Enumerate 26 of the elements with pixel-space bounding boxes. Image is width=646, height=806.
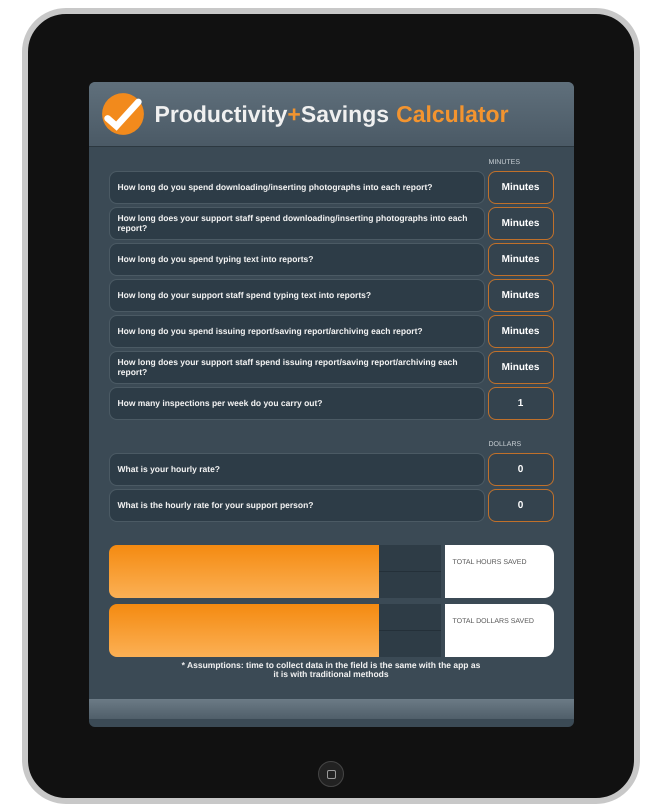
result-cell bbox=[378, 631, 440, 657]
result-cell bbox=[378, 572, 440, 598]
question-label: How long do you spend downloading/inserting photographs into each report? bbox=[108, 171, 484, 204]
answer-field[interactable]: Minutes bbox=[488, 243, 554, 276]
result-cell bbox=[378, 604, 440, 630]
question-label: What is the hourly rate for your support person? bbox=[108, 489, 484, 522]
answer-field[interactable]: Minutes bbox=[488, 279, 554, 312]
question-label: How long do you spend issuing report/saving report/archiving each report? bbox=[108, 315, 484, 348]
answer-field[interactable]: 0 bbox=[488, 453, 554, 486]
question-label: What is your hourly rate? bbox=[108, 453, 484, 486]
checkmark-logo-icon bbox=[100, 92, 144, 136]
answer-field[interactable]: Minutes bbox=[488, 171, 554, 204]
answer-field[interactable]: 0 bbox=[488, 489, 554, 522]
question-label: How long does your support staff spend downloading/inserting photographs into each report? bbox=[108, 207, 484, 240]
answer-field[interactable]: Minutes bbox=[488, 351, 554, 384]
answer-field[interactable]: Minutes bbox=[488, 207, 554, 240]
result-cell bbox=[378, 545, 440, 571]
home-button[interactable] bbox=[318, 761, 344, 787]
question-label: How many inspections per week do you carry out? bbox=[108, 387, 484, 420]
question-label: How long do your support staff spend typing text into reports? bbox=[108, 279, 484, 312]
question-label: How long do you spend typing text into reports? bbox=[108, 243, 484, 276]
answer-field[interactable]: Minutes bbox=[488, 315, 554, 348]
app-title: Productivity+Savings Calculator bbox=[154, 100, 509, 128]
assumption-note: * Assumptions: time to collect data in the field is the same with the app as it is with traditional methods bbox=[180, 661, 482, 680]
answer-field[interactable]: 1 bbox=[488, 387, 554, 420]
question-label: How long does your support staff spend issuing report/saving report/archiving each report? bbox=[108, 351, 484, 384]
